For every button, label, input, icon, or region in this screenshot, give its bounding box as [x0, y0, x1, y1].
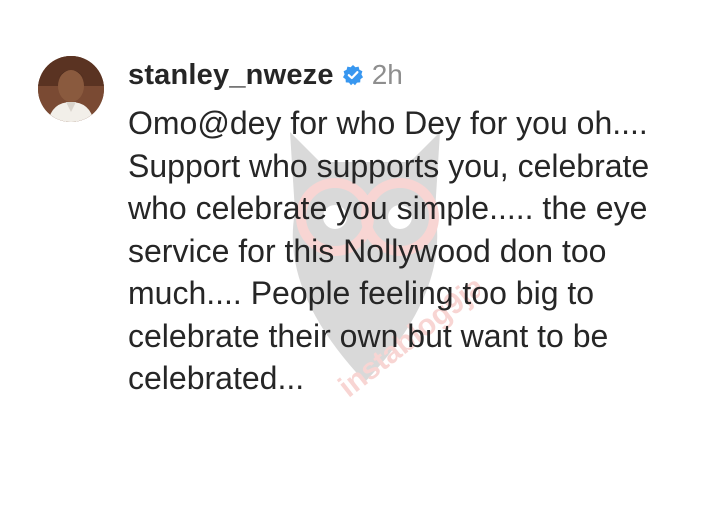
profile-photo-icon: [38, 56, 104, 122]
comment-text: Omo@dey for who Dey for you oh.... Suppo…: [128, 105, 650, 396]
verified-badge-icon: [342, 64, 364, 86]
comment-content: stanley_nweze 2h Omo@dey for who Dey for…: [128, 54, 698, 400]
username-link[interactable]: stanley_nweze: [128, 59, 334, 92]
comment-header: stanley_nweze 2h: [128, 54, 698, 96]
comment-card: instablog9ja stanley_nweze 2h Omo@dey fo…: [0, 0, 720, 515]
timestamp: 2h: [371, 59, 403, 90]
avatar[interactable]: [38, 56, 104, 122]
